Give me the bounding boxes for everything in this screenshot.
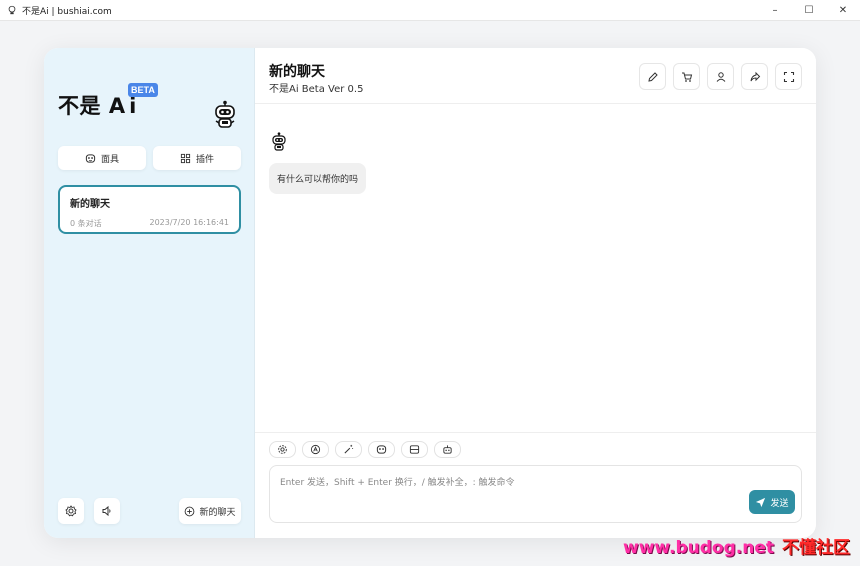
rename-button[interactable] [639, 63, 666, 90]
share-button[interactable] [741, 63, 768, 90]
input-panel: 发送 [255, 432, 816, 538]
new-chat-label: 新的聊天 [199, 507, 236, 518]
chat-settings-action[interactable] [269, 441, 296, 458]
chat-item-title: 新的聊天 [70, 199, 110, 210]
watermark-url: www.budog.net [623, 538, 774, 558]
send-label: 发送 [770, 498, 789, 509]
cart-icon [681, 72, 692, 82]
brand-suffix: Ai [108, 94, 141, 118]
account-button[interactable] [707, 63, 734, 90]
chat-list-item[interactable]: 新的聊天 0 条对话 2023/7/20 16:16:41 [58, 185, 241, 234]
app-container: 不是 Ai BETA 面具 插件 新的聊天 0 条对话 2023/7/20 16… [44, 48, 816, 538]
sidebar: 不是 Ai BETA 面具 插件 新的聊天 0 条对话 2023/7/20 16… [44, 48, 255, 538]
theme-action[interactable] [302, 441, 329, 458]
message-input[interactable] [280, 475, 791, 515]
plugin-button[interactable]: 插件 [153, 146, 241, 170]
chat-subtitle: 不是Ai Beta Ver 0.5 [269, 84, 364, 95]
grid-icon [180, 153, 191, 163]
new-chat-button[interactable]: 新的聊天 [179, 498, 241, 524]
speaker-icon [102, 505, 111, 517]
model-action[interactable] [434, 441, 461, 458]
message-list: 有什么可以帮你的吗 [255, 104, 816, 432]
chat-main: 新的聊天 不是Ai Beta Ver 0.5 有什么可以帮你的吗 Enter 发… [255, 48, 816, 538]
mask-icon [376, 445, 387, 454]
gear-icon [278, 445, 287, 454]
header-toolbar [639, 63, 802, 90]
chat-item-count: 0 条对话 [70, 219, 102, 228]
mask-action[interactable] [368, 441, 395, 458]
robot-icon [443, 445, 452, 454]
store-button[interactable] [673, 63, 700, 90]
brand-text: 不是 [58, 94, 101, 118]
window-title: 不是Ai | bushiai.com [22, 6, 112, 17]
user-icon [716, 71, 725, 82]
window-controls: – ☐ ✕ [758, 0, 860, 21]
mask-icon [85, 153, 96, 163]
expand-icon [783, 71, 794, 82]
maximize-button[interactable]: ☐ [792, 0, 826, 21]
chat-item-meta: 0 条对话 2023/7/20 16:16:41 [70, 218, 229, 229]
minimize-button[interactable]: – [758, 0, 792, 21]
app-icon [6, 4, 18, 16]
plus-circle-icon [185, 506, 195, 516]
window-titlebar: 不是Ai | bushiai.com – ☐ ✕ [0, 0, 860, 21]
message-input-box: 发送 [269, 465, 802, 523]
pencil-icon [647, 71, 658, 82]
chat-action-bar [269, 441, 461, 458]
sidebar-button-row: 面具 插件 [58, 146, 241, 170]
break-icon [409, 445, 420, 454]
robot-logo-icon [215, 100, 235, 128]
gear-icon [65, 505, 77, 517]
watermark: www.budog.net 不懂社区 [623, 533, 850, 558]
prompt-action[interactable] [335, 441, 362, 458]
clear-context-action[interactable] [401, 441, 428, 458]
share-icon [750, 71, 760, 81]
sound-button[interactable] [94, 498, 120, 524]
send-icon [756, 497, 766, 507]
close-button[interactable]: ✕ [826, 0, 860, 21]
send-button[interactable]: 发送 [749, 490, 795, 514]
watermark-cn: 不懂社区 [782, 538, 850, 558]
assistant-message: 有什么可以帮你的吗 [269, 163, 367, 194]
chat-header: 新的聊天 不是Ai Beta Ver 0.5 [255, 48, 816, 104]
mask-button[interactable]: 面具 [58, 146, 146, 170]
magic-wand-icon [344, 444, 354, 454]
settings-button[interactable] [58, 498, 84, 524]
auto-theme-icon [310, 444, 321, 455]
fullscreen-button[interactable] [775, 63, 802, 90]
beta-badge: BETA [128, 83, 158, 97]
mask-button-label: 面具 [100, 154, 119, 165]
chat-title: 新的聊天 [269, 64, 325, 80]
bot-avatar-icon [272, 132, 286, 151]
sidebar-footer: 新的聊天 [58, 498, 241, 524]
plugin-button-label: 插件 [195, 154, 214, 165]
chat-item-time: 2023/7/20 16:16:41 [149, 218, 230, 227]
